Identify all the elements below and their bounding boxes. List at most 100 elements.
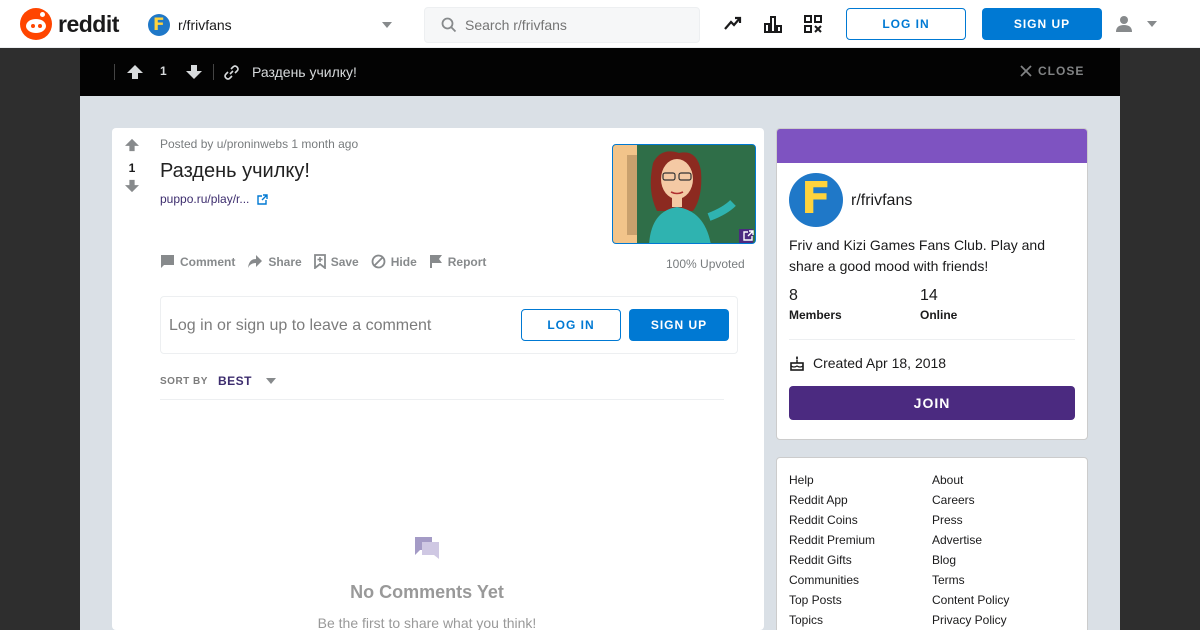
footer-link[interactable]: Reddit Premium xyxy=(789,532,875,552)
created-label: Created Apr 18, 2018 xyxy=(813,355,947,371)
search-input[interactable] xyxy=(465,17,685,33)
online-label: Online xyxy=(920,308,958,322)
footer-links-card: Help Reddit App Reddit Coins Reddit Prem… xyxy=(776,457,1088,630)
footer-link[interactable]: Communities xyxy=(789,572,875,592)
footer-link[interactable]: Reddit Coins xyxy=(789,512,875,532)
hide-label: Hide xyxy=(390,254,417,269)
comment-login-prompt: Log in or sign up to leave a comment xyxy=(169,317,432,334)
comment-signup-button[interactable]: SIGN UP xyxy=(629,309,729,341)
all-icon[interactable] xyxy=(803,14,823,34)
online-stat: 14 Online xyxy=(920,287,957,322)
subreddit-name: r/frivfans xyxy=(178,17,232,33)
footer-links-left: Help Reddit App Reddit Coins Reddit Prem… xyxy=(789,472,875,630)
search-bar[interactable] xyxy=(424,7,700,43)
flag-icon xyxy=(429,255,442,268)
divider xyxy=(114,64,115,80)
footer-link[interactable]: Reddit Gifts xyxy=(789,552,875,572)
no-comments-subtitle: Be the first to share what you think! xyxy=(317,615,537,630)
divider xyxy=(213,64,214,80)
footer-link[interactable]: Help xyxy=(789,472,875,492)
reddit-snoo-icon xyxy=(20,8,52,40)
search-icon xyxy=(441,17,457,33)
post-bar-vote-count: 1 xyxy=(160,64,167,78)
footer-link[interactable]: Press xyxy=(932,512,1009,532)
post-link-text: puppo.ru/play/r... xyxy=(160,192,250,206)
post-card: 1 Posted by u/proninwebs 1 month ago Раз… xyxy=(112,128,764,630)
post-meta[interactable]: Posted by u/proninwebs 1 month ago xyxy=(160,137,358,151)
close-button[interactable]: CLOSE xyxy=(1020,64,1084,78)
footer-link[interactable]: Advertise xyxy=(932,532,1009,552)
community-description: Friv and Kizi Games Fans Club. Play and … xyxy=(789,237,1045,274)
no-comments-title: No Comments Yet xyxy=(350,582,504,602)
comment-icon xyxy=(161,255,174,268)
user-menu-dropdown[interactable] xyxy=(1114,14,1162,34)
footer-link[interactable]: About xyxy=(932,472,1009,492)
popular-icon[interactable] xyxy=(763,14,783,34)
share-label: Share xyxy=(268,254,302,269)
vote-count: 1 xyxy=(128,161,136,175)
upvote-icon[interactable] xyxy=(125,138,139,152)
chevron-down-icon xyxy=(382,22,392,28)
footer-link[interactable]: Top Posts xyxy=(789,592,875,612)
post-top-bar: 1 Раздень училку! CLOSE xyxy=(80,48,1120,96)
footer-link[interactable]: Terms xyxy=(932,572,1009,592)
footer-link[interactable]: Careers xyxy=(932,492,1009,512)
link-icon xyxy=(224,65,239,80)
external-link-icon xyxy=(257,193,269,205)
subreddit-dropdown[interactable]: F r/frivfans xyxy=(148,12,398,38)
sort-dropdown[interactable]: SORT BY BEST xyxy=(160,374,276,388)
signup-button[interactable]: SIGN UP xyxy=(982,8,1102,40)
divider xyxy=(789,339,1075,340)
external-link-icon xyxy=(743,230,754,241)
community-name[interactable]: r/frivfans xyxy=(851,192,912,210)
chevron-down-icon xyxy=(1147,21,1157,27)
sort-label: SORT BY xyxy=(160,375,208,387)
members-count: 8 xyxy=(789,287,798,304)
footer-link[interactable]: Reddit App xyxy=(789,492,875,512)
sort-value: BEST xyxy=(217,374,252,388)
comment-button[interactable]: Comment xyxy=(160,254,235,269)
post-actions: Comment Share Save Hide Report xyxy=(160,254,486,269)
thumbnail-image xyxy=(613,145,755,243)
post-link[interactable]: puppo.ru/play/r... xyxy=(160,192,269,206)
comment-login-box: Log in or sign up to leave a comment LOG… xyxy=(160,296,738,354)
footer-link[interactable]: Content Policy xyxy=(932,592,1009,612)
footer-link[interactable]: Topics xyxy=(789,612,875,630)
hide-button[interactable]: Hide xyxy=(371,254,417,269)
post-thumbnail[interactable] xyxy=(612,144,756,244)
report-label: Report xyxy=(447,254,487,269)
upvote-ratio: 100% Upvoted xyxy=(666,257,745,271)
created-date: Created Apr 18, 2018 xyxy=(789,355,946,371)
save-label: Save xyxy=(330,254,359,269)
members-label: Members xyxy=(789,308,842,322)
downvote-icon[interactable] xyxy=(125,179,139,193)
footer-link[interactable]: Privacy Policy xyxy=(932,612,1009,630)
footer-link[interactable]: Blog xyxy=(932,552,1009,572)
share-button[interactable]: Share xyxy=(247,254,302,269)
subreddit-icon: F xyxy=(148,14,170,36)
save-button[interactable]: Save xyxy=(313,254,359,269)
share-icon xyxy=(248,255,263,268)
post-bar-title: Раздень училку! xyxy=(252,64,357,80)
close-label: CLOSE xyxy=(1038,64,1085,78)
bookmark-icon xyxy=(313,254,326,269)
members-stat: 8 Members xyxy=(789,287,842,322)
reddit-logo[interactable]: reddit xyxy=(20,8,119,40)
downvote-icon[interactable] xyxy=(186,65,202,79)
divider xyxy=(160,399,724,400)
login-button[interactable]: LOG IN xyxy=(846,8,966,40)
chevron-down-icon xyxy=(265,378,276,384)
comment-login-button[interactable]: LOG IN xyxy=(521,309,621,341)
upvote-icon[interactable] xyxy=(127,65,143,79)
join-button[interactable]: JOIN xyxy=(789,386,1075,420)
community-card: F r/frivfans Friv and Kizi Games Fans Cl… xyxy=(776,128,1088,440)
user-icon xyxy=(1116,16,1132,32)
empty-comments: No Comments Yet Be the first to share wh… xyxy=(160,536,694,630)
trending-icon[interactable] xyxy=(723,14,743,34)
community-banner xyxy=(777,129,1087,163)
footer-links-right: About Careers Press Advertise Blog Terms… xyxy=(932,472,1009,630)
community-avatar[interactable]: F xyxy=(789,173,843,227)
top-header: reddit F r/frivfans LOG IN SIGN UP xyxy=(0,0,1200,48)
report-button[interactable]: Report xyxy=(429,254,487,269)
comments-icon xyxy=(415,537,439,559)
